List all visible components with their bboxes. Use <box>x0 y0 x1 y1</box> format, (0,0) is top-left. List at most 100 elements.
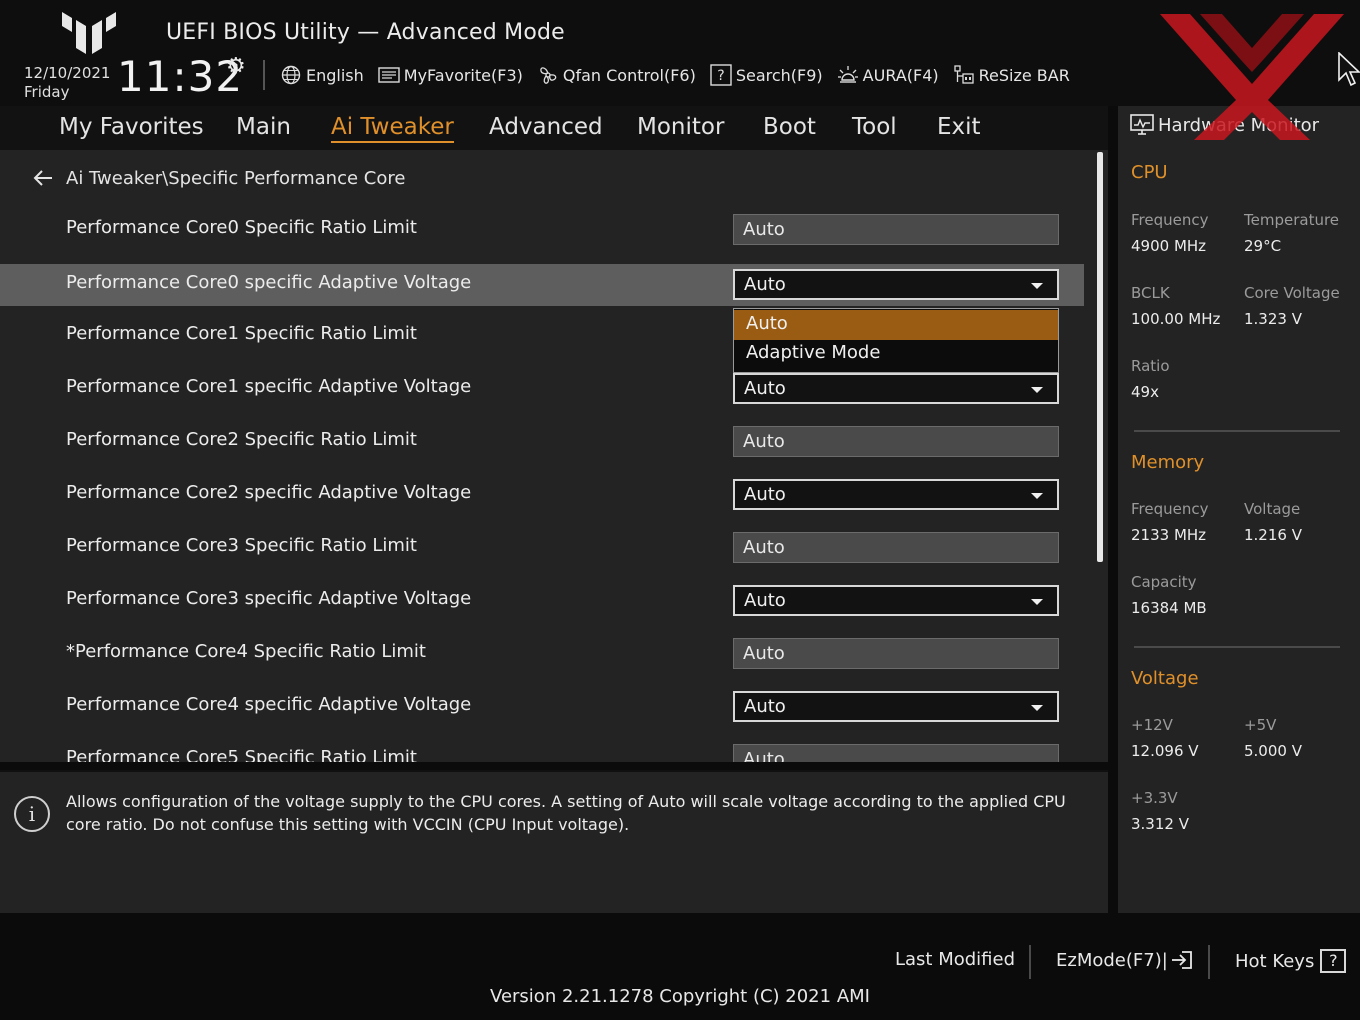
toolbar: English MyFavorite(F3) Qfan Control(F6) … <box>280 62 1084 88</box>
qfan-control-label: Qfan Control(F6) <box>562 65 696 85</box>
setting-label: Performance Core0 Specific Ratio Limit <box>66 217 417 238</box>
setting-row[interactable]: Performance Core2 Specific Ratio Limit A… <box>0 421 1084 463</box>
dropdown-value: Auto <box>744 696 786 717</box>
setting-row[interactable]: Performance Core0 Specific Ratio Limit A… <box>0 209 1084 251</box>
footer-divider <box>1208 945 1210 979</box>
memory-voltage-label: Voltage <box>1244 500 1301 518</box>
breadcrumb: Ai Tweaker\Specific Performance Core <box>32 167 405 189</box>
watermark-logo <box>1160 14 1344 140</box>
resize-bar-label: ReSize BAR <box>978 65 1070 85</box>
language-button[interactable]: English <box>280 64 364 86</box>
v33-label: +3.3V <box>1131 789 1178 807</box>
globe-icon <box>280 64 302 86</box>
settings-scrollbar[interactable] <box>1097 152 1103 562</box>
setting-label: Performance Core2 Specific Ratio Limit <box>66 429 417 450</box>
dropdown-option-auto[interactable]: Auto <box>734 310 1058 340</box>
setting-value-field[interactable]: Auto <box>733 638 1059 669</box>
resize-bar-button[interactable]: ReSize BAR <box>953 64 1070 86</box>
settings-panel: Ai Tweaker\Specific Performance Core Per… <box>0 150 1108 762</box>
setting-row[interactable]: Performance Core3 specific Adaptive Volt… <box>0 580 1084 622</box>
capacity-value: 16384 MB <box>1131 599 1207 617</box>
memory-heading: Memory <box>1131 452 1205 473</box>
v5-value: 5.000 V <box>1244 742 1302 760</box>
setting-dropdown[interactable]: Auto <box>733 269 1059 300</box>
app-title: UEFI BIOS Utility — Advanced Mode <box>166 20 565 45</box>
setting-value-field[interactable]: Auto <box>733 426 1059 457</box>
v12-value: 12.096 V <box>1131 742 1199 760</box>
search-button[interactable]: ? Search(F9) <box>710 64 823 86</box>
setting-dropdown[interactable]: Auto <box>733 585 1059 616</box>
clock-time[interactable]: 11:32 <box>117 52 243 101</box>
hot-keys-button[interactable]: Hot Keys ? <box>1235 949 1347 973</box>
tab-monitor[interactable]: Monitor <box>637 114 724 140</box>
search-label: Search(F9) <box>735 65 823 85</box>
setting-row[interactable]: *Performance Core4 Specific Ratio Limit … <box>0 633 1084 675</box>
chevron-down-icon <box>1031 493 1043 499</box>
help-panel: i Allows configuration of the voltage su… <box>0 770 1108 913</box>
breadcrumb-path: Ai Tweaker\Specific Performance Core <box>66 167 406 189</box>
aura-light-icon <box>837 64 859 86</box>
aura-button[interactable]: AURA(F4) <box>837 64 939 86</box>
version-text: Version 2.21.1278 Copyright (C) 2021 AMI <box>490 986 870 1007</box>
ezmode-button[interactable]: EzMode(F7)| <box>1056 949 1194 971</box>
setting-value-field[interactable]: Auto <box>733 532 1059 563</box>
setting-dropdown[interactable]: Auto <box>733 691 1059 722</box>
ezmode-label: EzMode(F7)| <box>1056 949 1168 971</box>
setting-label: Performance Core1 specific Adaptive Volt… <box>66 376 472 397</box>
hardware-monitor-panel: Hardware Monitor CPU Frequency Temperatu… <box>1118 106 1360 913</box>
dropdown-option-adaptive-mode[interactable]: Adaptive Mode <box>734 339 1058 369</box>
resize-bar-icon <box>953 64 975 86</box>
footer-bar: Last Modified EzMode(F7)| Hot Keys ? Ver… <box>0 913 1360 1020</box>
tuf-logo-icon <box>62 12 116 54</box>
header-bar: UEFI BIOS Utility — Advanced Mode 12/10/… <box>0 0 1360 106</box>
tab-my-favorites[interactable]: My Favorites <box>59 114 204 140</box>
setting-row-selected[interactable]: Performance Core0 specific Adaptive Volt… <box>0 264 1084 306</box>
tab-tool[interactable]: Tool <box>852 114 897 140</box>
memory-voltage-value: 1.216 V <box>1244 526 1302 544</box>
tab-main[interactable]: Main <box>236 114 291 140</box>
last-modified-button[interactable]: Last Modified <box>895 949 1015 970</box>
tab-advanced[interactable]: Advanced <box>489 114 603 140</box>
back-arrow-icon[interactable] <box>32 167 54 189</box>
setting-row-partial[interactable]: Performance Core5 Specific Ratio Limit A… <box>0 739 1084 762</box>
v5-label: +5V <box>1244 716 1277 734</box>
setting-label: Performance Core3 specific Adaptive Volt… <box>66 588 472 609</box>
chevron-down-icon <box>1031 283 1043 289</box>
bclk-label: BCLK <box>1131 284 1170 302</box>
help-description: Allows configuration of the voltage supp… <box>66 792 1066 834</box>
setting-row[interactable]: Performance Core4 specific Adaptive Volt… <box>0 686 1084 728</box>
dropdown-options-list: Auto Adaptive Mode <box>733 308 1059 373</box>
setting-label: Performance Core1 Specific Ratio Limit <box>66 323 417 344</box>
main-menu-tabs: My Favorites Main Ai Tweaker Advanced Mo… <box>0 106 1108 150</box>
v12-label: +12V <box>1131 716 1173 734</box>
ratio-label: Ratio <box>1131 357 1170 375</box>
setting-row[interactable]: Performance Core1 specific Adaptive Volt… <box>0 368 1084 410</box>
svg-text:?: ? <box>717 68 724 84</box>
myfavorite-button[interactable]: MyFavorite(F3) <box>378 64 523 86</box>
section-divider <box>1134 430 1340 432</box>
ratio-value: 49x <box>1131 383 1159 401</box>
favorite-list-icon <box>378 64 400 86</box>
chevron-down-icon <box>1031 599 1043 605</box>
qfan-control-button[interactable]: Qfan Control(F6) <box>537 64 696 86</box>
setting-label: Performance Core5 Specific Ratio Limit <box>66 747 417 762</box>
setting-row[interactable]: Performance Core2 specific Adaptive Volt… <box>0 474 1084 516</box>
hot-keys-label: Hot Keys <box>1235 950 1315 972</box>
gear-icon[interactable]: ⚙ <box>226 54 246 79</box>
setting-row[interactable]: Performance Core3 Specific Ratio Limit A… <box>0 527 1084 569</box>
tab-boot[interactable]: Boot <box>763 114 816 140</box>
tab-ai-tweaker[interactable]: Ai Tweaker <box>331 114 454 143</box>
setting-value-field[interactable]: Auto <box>733 744 1059 762</box>
setting-label: Performance Core4 specific Adaptive Volt… <box>66 694 472 715</box>
setting-value-field[interactable]: Auto <box>733 214 1059 245</box>
tab-exit[interactable]: Exit <box>937 114 981 140</box>
v33-value: 3.312 V <box>1131 815 1189 833</box>
date-display: 12/10/2021 Friday <box>24 64 110 102</box>
fan-icon <box>537 64 559 86</box>
setting-dropdown[interactable]: Auto <box>733 479 1059 510</box>
dropdown-value: Auto <box>744 274 786 295</box>
setting-dropdown[interactable]: Auto <box>733 373 1059 404</box>
monitor-icon <box>1130 114 1154 135</box>
day-text: Friday <box>24 83 70 101</box>
dropdown-value: Auto <box>744 378 786 399</box>
